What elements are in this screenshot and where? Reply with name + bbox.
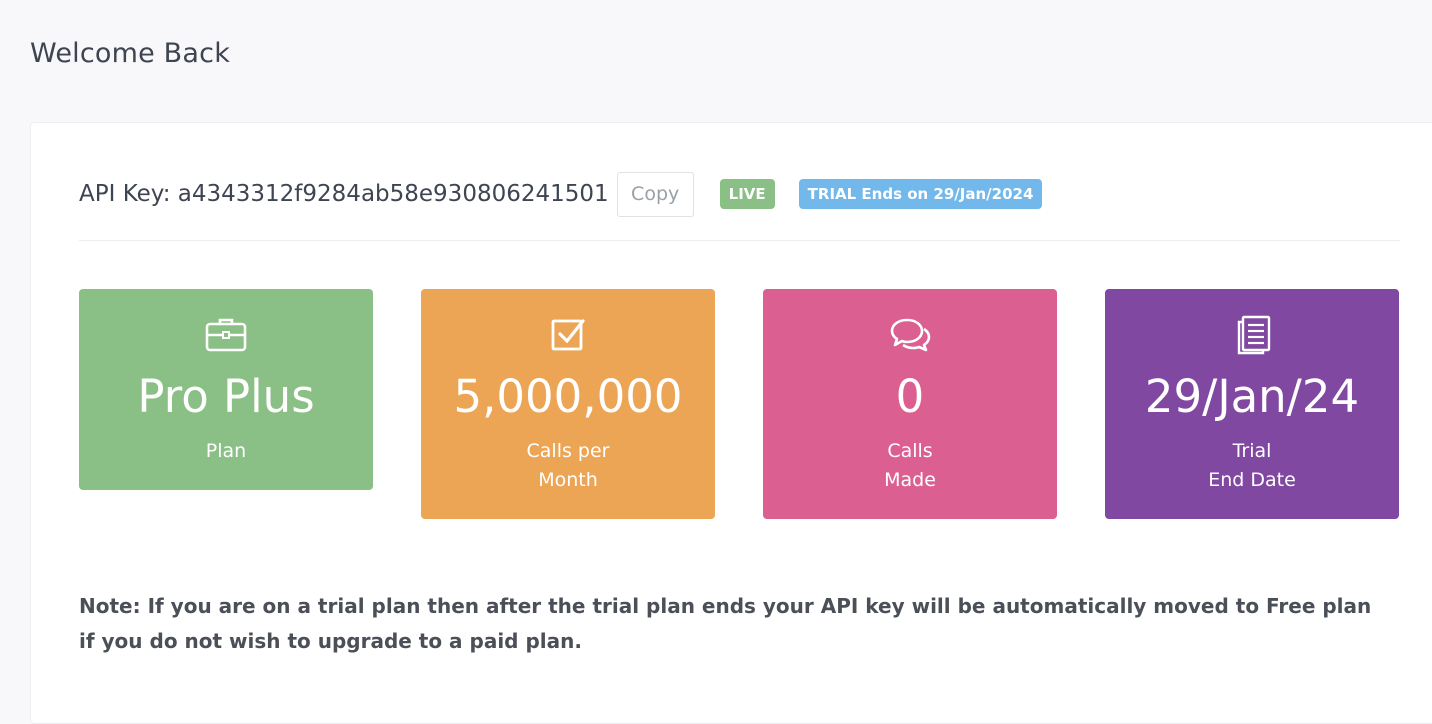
briefcase-icon [205, 318, 247, 352]
chat-bubbles-icon [890, 318, 931, 352]
stat-label-line: Calls per [526, 440, 610, 462]
api-key-card: API Key: a4343312f9284ab58e930806241501 … [30, 122, 1432, 724]
stat-value: 5,000,000 [453, 370, 683, 423]
stat-tile-plan: Pro Plus Plan [79, 289, 373, 490]
stat-label: Calls Made [763, 437, 1057, 495]
stat-tile-calls-made: 0 Calls Made [763, 289, 1057, 519]
stat-label: Plan [79, 437, 373, 466]
stat-label-line: Plan [205, 440, 247, 462]
stat-tile-calls-per-month: 5,000,000 Calls per Month [421, 289, 715, 519]
stat-value: 0 [895, 370, 925, 423]
stat-label-line: Month [538, 469, 598, 491]
stat-label-line: End Date [1208, 469, 1296, 491]
api-key-row: API Key: a4343312f9284ab58e930806241501 … [79, 171, 1043, 217]
stat-label-line: Calls [887, 440, 933, 462]
copy-button[interactable]: Copy [616, 171, 694, 217]
stat-value: 29/Jan/24 [1144, 370, 1360, 423]
live-status-badge: LIVE [719, 179, 775, 209]
trial-note: Note: If you are on a trial plan then af… [79, 594, 1372, 653]
api-key-label: API Key: a4343312f9284ab58e930806241501 [79, 181, 609, 207]
stat-label-line: Made [884, 469, 936, 491]
document-icon [1237, 315, 1271, 355]
divider [79, 240, 1400, 241]
stat-label: Trial End Date [1105, 437, 1399, 495]
trial-end-badge: TRIAL Ends on 29/Jan/2024 [798, 179, 1043, 209]
page-title: Welcome Back [30, 38, 231, 69]
stat-tile-trial-end-date: 29/Jan/24 Trial End Date [1105, 289, 1399, 519]
checkbox-icon [551, 319, 585, 351]
stat-label-line: Trial [1232, 440, 1272, 462]
stat-label: Calls per Month [421, 437, 715, 495]
stat-value: Pro Plus [137, 370, 315, 423]
